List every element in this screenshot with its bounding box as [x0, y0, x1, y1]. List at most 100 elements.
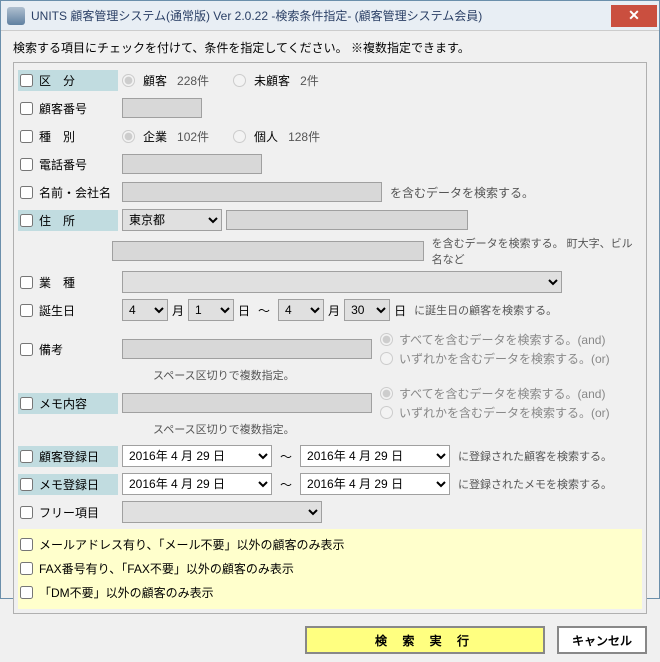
search-button[interactable]: 検 索 実 行 — [305, 626, 545, 654]
radio-biko-or[interactable] — [380, 352, 393, 365]
criteria-panel: 区 分 顧客 228件 未顧客 2件 顧客番号 — [13, 62, 647, 614]
cancel-button[interactable]: キャンセル — [557, 626, 647, 654]
check-memo[interactable] — [20, 397, 33, 410]
count-kubun-prospect: 2件 — [300, 72, 319, 89]
label-fax-filter: FAX番号有り、「FAX不要」以外の顧客のみ表示 — [39, 560, 294, 577]
hint-name: を含むデータを検索する。 — [390, 184, 534, 201]
select-bd-d1[interactable]: 1 — [188, 299, 234, 321]
input-address-1[interactable] — [226, 210, 468, 230]
label-name-text: 名前・会社名 — [39, 184, 116, 201]
check-mail-filter[interactable] — [20, 538, 33, 551]
label-name: 名前・会社名 — [18, 182, 118, 203]
titlebar: UNITS 顧客管理システム(通常版) Ver 2.0.22 -検索条件指定- … — [1, 1, 659, 31]
label-memo: メモ内容 — [18, 393, 118, 414]
input-address-2[interactable] — [112, 241, 424, 261]
input-customer-no[interactable] — [122, 98, 202, 118]
label-mail-filter: メールアドレス有り、「メール不要」以外の顧客のみ表示 — [39, 536, 345, 553]
check-tel[interactable] — [20, 158, 33, 171]
check-gyoshu[interactable] — [20, 276, 33, 289]
check-dm-filter[interactable] — [20, 586, 33, 599]
body: 検索する項目にチェックを付けて、条件を指定してください。 ※複数指定できます。 … — [1, 31, 659, 662]
helper-biko: スペース区切りで複数指定。 — [153, 367, 642, 383]
check-biko[interactable] — [20, 343, 33, 356]
check-address[interactable] — [20, 214, 33, 227]
radio-shubetsu-kigyo-label: 企業 — [143, 128, 167, 145]
input-biko[interactable] — [122, 339, 372, 359]
footer: 検 索 実 行 キャンセル — [13, 626, 647, 654]
select-memo-date-from[interactable]: 2016年 4 月 29 日 — [122, 473, 272, 495]
radio-biko-and[interactable] — [380, 333, 393, 346]
check-kubun[interactable] — [20, 74, 33, 87]
hint-memo-date: に登録されたメモを検索する。 — [458, 476, 612, 492]
radio-kubun-prospect-label: 未顧客 — [254, 72, 290, 89]
input-memo[interactable] — [122, 393, 372, 413]
extra-filters: メールアドレス有り、「メール不要」以外の顧客のみ表示 FAX番号有り、「FAX不… — [18, 529, 642, 609]
close-button[interactable]: ✕ — [611, 5, 657, 27]
check-name[interactable] — [20, 186, 33, 199]
radio-shubetsu-kojin-label: 個人 — [254, 128, 278, 145]
label-shubetsu-text: 種 別 — [39, 128, 116, 145]
label-birthday: 誕生日 — [18, 300, 118, 321]
bd-sep: ～ — [258, 302, 270, 319]
radio-shubetsu-kojin[interactable] — [233, 130, 246, 143]
select-bd-m2[interactable]: 4 — [278, 299, 324, 321]
label-gyoshu: 業 種 — [18, 272, 118, 293]
label-free-text: フリー項目 — [39, 504, 116, 521]
label-memo-or: いずれかを含むデータを検索する。(or) — [399, 404, 610, 421]
label-cust-reg-date-text: 顧客登録日 — [39, 448, 116, 465]
label-biko-and: すべてを含むデータを検索する。(and) — [399, 331, 605, 348]
label-biko-or: いずれかを含むデータを検索する。(or) — [399, 350, 610, 367]
check-cust-reg-date[interactable] — [20, 450, 33, 463]
check-shubetsu[interactable] — [20, 130, 33, 143]
memo-date-sep: ～ — [280, 476, 292, 493]
label-address-text: 住 所 — [39, 212, 116, 229]
label-kubun-text: 区 分 — [39, 72, 116, 89]
app-icon — [7, 7, 25, 25]
label-gyoshu-text: 業 種 — [39, 274, 116, 291]
bd-day-2: 日 — [394, 302, 406, 319]
radio-kubun-customer-label: 顧客 — [143, 72, 167, 89]
label-customer-no-text: 顧客番号 — [39, 100, 116, 117]
radio-kubun-prospect[interactable] — [233, 74, 246, 87]
instruction-text: 検索する項目にチェックを付けて、条件を指定してください。 ※複数指定できます。 — [13, 39, 647, 56]
label-shubetsu: 種 別 — [18, 126, 118, 147]
label-address: 住 所 — [18, 210, 118, 231]
radio-kubun-customer[interactable] — [122, 74, 135, 87]
label-memo-reg-date-text: メモ登録日 — [39, 476, 116, 493]
radio-memo-or[interactable] — [380, 406, 393, 419]
select-bd-m1[interactable]: 4 — [122, 299, 168, 321]
label-dm-filter: 「DM不要」以外の顧客のみ表示 — [39, 584, 214, 601]
radio-shubetsu-kigyo[interactable] — [122, 130, 135, 143]
select-bd-d2[interactable]: 30 — [344, 299, 390, 321]
label-customer-no: 顧客番号 — [18, 98, 118, 119]
count-shubetsu-kojin: 128件 — [288, 128, 320, 145]
check-fax-filter[interactable] — [20, 562, 33, 575]
input-tel[interactable] — [122, 154, 262, 174]
hint-address: を含むデータを検索する。 町大字、ビル名など — [432, 235, 642, 267]
select-memo-date-to[interactable]: 2016年 4 月 29 日 — [300, 473, 450, 495]
select-cust-date-to[interactable]: 2016年 4 月 29 日 — [300, 445, 450, 467]
window-title: UNITS 顧客管理システム(通常版) Ver 2.0.22 -検索条件指定- … — [31, 7, 611, 24]
check-free[interactable] — [20, 506, 33, 519]
label-memo-text: メモ内容 — [39, 395, 116, 412]
radio-memo-and[interactable] — [380, 387, 393, 400]
search-condition-window: UNITS 顧客管理システム(通常版) Ver 2.0.22 -検索条件指定- … — [0, 0, 660, 599]
check-birthday[interactable] — [20, 304, 33, 317]
label-biko-text: 備考 — [39, 341, 116, 358]
label-memo-and: すべてを含むデータを検索する。(and) — [399, 385, 605, 402]
select-pref[interactable]: 東京都 — [122, 209, 222, 231]
label-memo-reg-date: メモ登録日 — [18, 474, 118, 495]
check-customer-no[interactable] — [20, 102, 33, 115]
select-free[interactable] — [122, 501, 322, 523]
count-shubetsu-kigyo: 102件 — [177, 128, 209, 145]
label-free: フリー項目 — [18, 502, 118, 523]
select-gyoshu[interactable] — [122, 271, 562, 293]
label-cust-reg-date: 顧客登録日 — [18, 446, 118, 467]
check-memo-reg-date[interactable] — [20, 478, 33, 491]
input-name[interactable] — [122, 182, 382, 202]
label-birthday-text: 誕生日 — [39, 302, 116, 319]
cust-date-sep: ～ — [280, 448, 292, 465]
bd-day-1: 日 — [238, 302, 250, 319]
helper-memo: スペース区切りで複数指定。 — [153, 421, 642, 437]
select-cust-date-from[interactable]: 2016年 4 月 29 日 — [122, 445, 272, 467]
